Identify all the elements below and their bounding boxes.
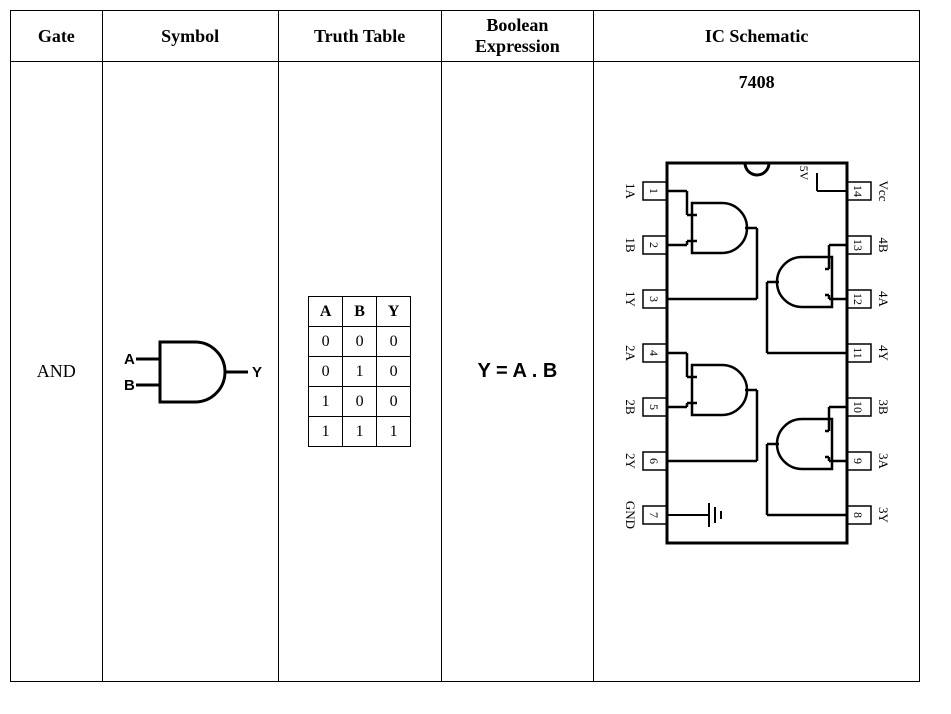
truth-row: 0 1 0 (309, 357, 411, 387)
truth-row: 0 0 0 (309, 327, 411, 357)
header-gate: Gate (11, 11, 103, 62)
svg-text:4A: 4A (876, 291, 891, 308)
header-row: Gate Symbol Truth Table Boolean Expressi… (11, 11, 920, 62)
svg-text:1A: 1A (623, 183, 638, 200)
svg-text:6: 6 (647, 458, 661, 464)
svg-text:GND: GND (623, 501, 638, 529)
truth-col-b: B (343, 297, 377, 327)
svg-text:11: 11 (851, 347, 865, 359)
svg-text:2: 2 (647, 242, 661, 248)
svg-text:1B: 1B (623, 237, 638, 253)
svg-text:5V: 5V (797, 166, 811, 181)
truth-row: 1 1 1 (309, 417, 411, 447)
svg-text:Vcc: Vcc (876, 181, 891, 202)
svg-text:9: 9 (851, 458, 865, 464)
svg-text:3: 3 (647, 296, 661, 302)
header-ic: IC Schematic (594, 11, 920, 62)
boolean-expression: Y = A . B (477, 360, 557, 382)
svg-text:2A: 2A (623, 345, 638, 362)
svg-text:3Y: 3Y (876, 507, 891, 524)
input-b-label: B (124, 377, 135, 394)
svg-text:2Y: 2Y (623, 453, 638, 470)
svg-text:4: 4 (647, 350, 661, 356)
svg-text:8: 8 (851, 512, 865, 518)
input-a-label: A (124, 351, 135, 368)
ic-schematic-icon: 1 2 3 4 5 6 7 14 13 12 11 (607, 123, 907, 583)
truth-cell: A B Y 0 0 0 0 1 0 1 0 0 (278, 62, 441, 682)
svg-text:14: 14 (851, 185, 865, 197)
body-row: AND A B Y A B Y (11, 62, 920, 682)
truth-table: A B Y 0 0 0 0 1 0 1 0 0 (308, 296, 411, 447)
svg-text:3B: 3B (876, 399, 891, 415)
svg-text:4B: 4B (876, 237, 891, 253)
truth-row: 1 0 0 (309, 387, 411, 417)
svg-text:1: 1 (647, 188, 661, 194)
svg-text:1Y: 1Y (623, 291, 638, 308)
truth-header-row: A B Y (309, 297, 411, 327)
svg-text:3A: 3A (876, 453, 891, 470)
symbol-cell: A B Y (102, 62, 278, 682)
svg-text:7: 7 (647, 512, 661, 518)
header-boolean-l1: Boolean (486, 15, 548, 35)
ic-part-number: 7408 (739, 72, 775, 93)
ic-cell: 7408 (594, 62, 920, 682)
header-boolean: Boolean Expression (441, 11, 594, 62)
svg-text:12: 12 (851, 293, 865, 305)
svg-text:2B: 2B (623, 399, 638, 415)
header-symbol: Symbol (102, 11, 278, 62)
svg-text:10: 10 (851, 401, 865, 413)
gate-name: AND (37, 361, 76, 381)
truth-col-a: A (309, 297, 343, 327)
svg-text:13: 13 (851, 239, 865, 251)
header-boolean-l2: Expression (475, 36, 560, 56)
and-symbol: A B Y (109, 327, 272, 417)
svg-text:4Y: 4Y (876, 345, 891, 362)
gate-reference-table: Gate Symbol Truth Table Boolean Expressi… (10, 10, 920, 682)
boolean-cell: Y = A . B (441, 62, 594, 682)
header-truth: Truth Table (278, 11, 441, 62)
svg-text:5: 5 (647, 404, 661, 410)
output-y-label: Y (252, 364, 262, 381)
gate-name-cell: AND (11, 62, 103, 682)
truth-col-y: Y (377, 297, 411, 327)
and-gate-icon: A B Y (110, 327, 270, 417)
